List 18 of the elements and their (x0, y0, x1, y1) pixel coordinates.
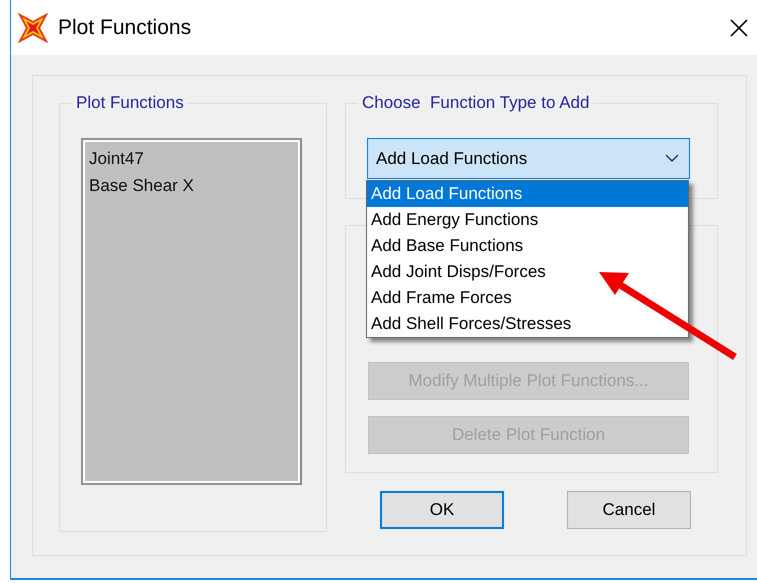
group-title: Choose Function Type to Add (358, 93, 594, 113)
close-icon[interactable] (729, 18, 749, 38)
list-item[interactable]: Joint47 (89, 145, 294, 172)
function-type-dropdown[interactable]: Add Load Functions (367, 138, 690, 179)
dropdown-option[interactable]: Add Frame Forces (367, 285, 688, 311)
window-title: Plot Functions (58, 16, 192, 40)
list-item[interactable]: Base Shear X (89, 172, 294, 199)
cancel-button[interactable]: Cancel (567, 491, 691, 529)
dropdown-option[interactable]: Add Joint Disps/Forces (367, 259, 688, 285)
dropdown-option[interactable]: Add Base Functions (367, 233, 688, 259)
dropdown-value: Add Load Functions (376, 148, 528, 168)
app-icon (18, 12, 48, 42)
dropdown-option[interactable]: Add Shell Forces/Stresses (367, 311, 688, 337)
dropdown-option[interactable]: Add Load Functions (367, 181, 688, 207)
ok-button[interactable]: OK (380, 491, 504, 529)
plot-function-list[interactable]: Joint47 Base Shear X (81, 138, 302, 485)
dropdown-option[interactable]: Add Energy Functions (367, 207, 688, 233)
chevron-down-icon (665, 154, 679, 163)
